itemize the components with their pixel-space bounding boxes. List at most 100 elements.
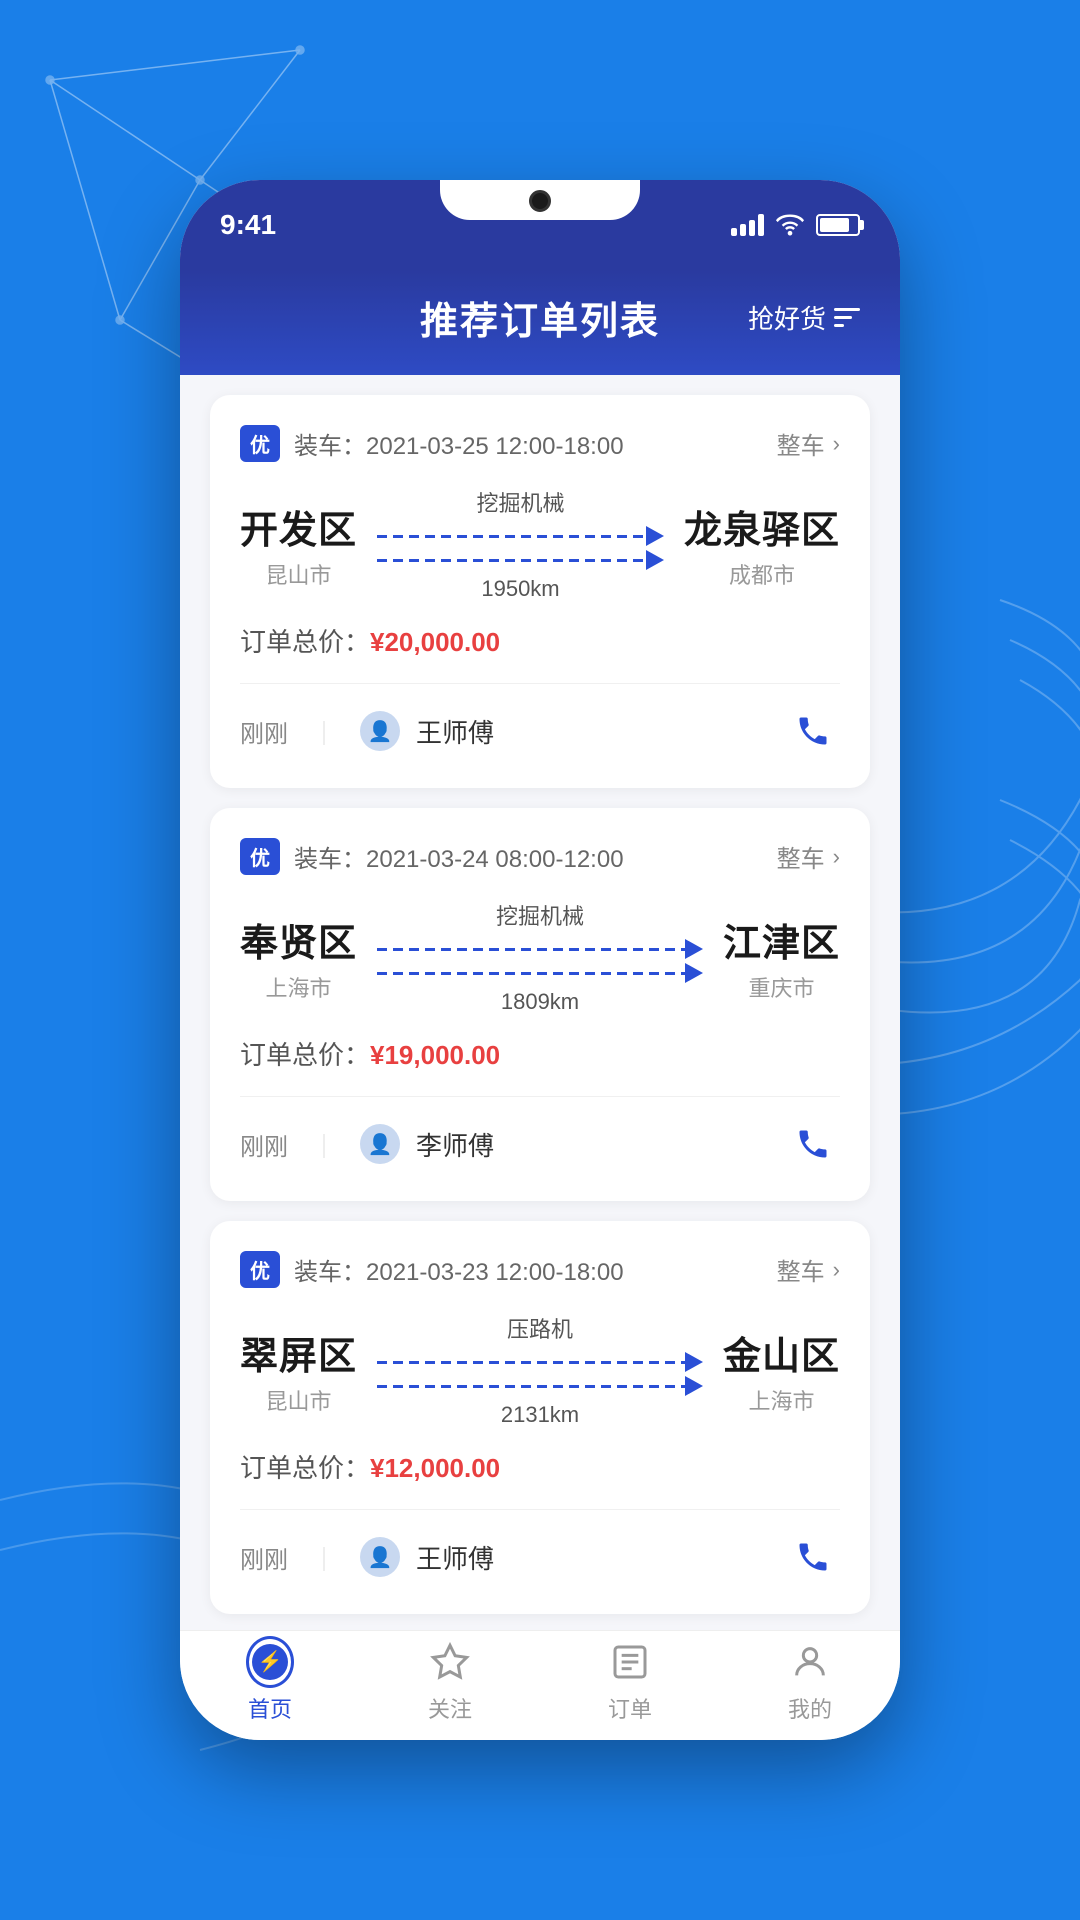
route-arrow-2	[377, 939, 703, 983]
dest-name-3: 金山区	[723, 1325, 840, 1380]
card-header-2: 优 装车：2021-03-24 08:00-12:00 整车 ›	[240, 838, 840, 875]
price-label-2: 订单总价：	[240, 1040, 370, 1070]
load-time-3: 装车：2021-03-23 12:00-18:00	[294, 1252, 624, 1287]
route-middle-1: 挖掘机械 1950km	[357, 486, 684, 602]
origin-sub-2: 上海市	[240, 971, 357, 1003]
nav-item-orders[interactable]: 订单	[540, 1638, 720, 1724]
driver-info-1: 刚刚 ｜ 👤 王师傅	[240, 711, 494, 751]
type-label-1: 整车	[777, 426, 825, 461]
route-km-3: 2131km	[501, 1402, 579, 1428]
filter-icon	[834, 308, 860, 328]
status-icons	[731, 214, 860, 236]
app-header: 推荐订单列表 抢好货	[180, 270, 900, 375]
order-card-2[interactable]: 优 装车：2021-03-24 08:00-12:00 整车 › 奉贤区 上海市…	[210, 808, 870, 1201]
chevron-icon-1: ›	[833, 431, 840, 457]
card-header-left-1: 优 装车：2021-03-25 12:00-18:00	[240, 425, 624, 462]
driver-info-2: 刚刚 ｜ 👤 李师傅	[240, 1124, 494, 1164]
route-arrow-1	[377, 526, 664, 570]
route-section-2: 奉贤区 上海市 挖掘机械 1809k	[240, 899, 840, 1015]
nav-label-orders: 订单	[608, 1692, 652, 1724]
chevron-icon-3: ›	[833, 1257, 840, 1283]
priority-badge-2: 优	[240, 838, 280, 875]
call-button-2[interactable]	[786, 1117, 840, 1171]
type-label-3: 整车	[777, 1252, 825, 1287]
type-label-2: 整车	[777, 839, 825, 874]
driver-avatar-3: 👤	[360, 1537, 400, 1577]
price-label-1: 订单总价：	[240, 627, 370, 657]
origin-sub-3: 昆山市	[240, 1384, 357, 1416]
nav-item-home[interactable]: ⚡ 首页	[180, 1638, 360, 1724]
bottom-nav: ⚡ 首页 关注 订单	[180, 1630, 900, 1740]
load-time-1: 装车：2021-03-25 12:00-18:00	[294, 426, 624, 461]
route-section-3: 翠屏区 昆山市 压路机 2131km	[240, 1312, 840, 1428]
driver-time-3: 刚刚	[240, 1540, 288, 1575]
goods-type-2: 挖掘机械	[496, 899, 584, 931]
card-header-left-3: 优 装车：2021-03-23 12:00-18:00	[240, 1251, 624, 1288]
driver-name-3: 王师傅	[416, 1539, 494, 1576]
dest-sub-2: 重庆市	[723, 971, 840, 1003]
origin-name-3: 翠屏区	[240, 1325, 357, 1380]
status-time: 9:41	[220, 209, 276, 241]
driver-section-1: 刚刚 ｜ 👤 王师傅	[240, 683, 840, 758]
order-price-2: 订单总价：¥19,000.00	[240, 1035, 840, 1072]
price-value-1: ¥20,000.00	[370, 627, 500, 657]
nav-label-home: 首页	[248, 1692, 292, 1724]
card-type-3: 整车 ›	[777, 1252, 840, 1287]
origin-name-1: 开发区	[240, 499, 357, 554]
order-price-3: 订单总价：¥12,000.00	[240, 1448, 840, 1485]
nav-item-mine[interactable]: 我的	[720, 1638, 900, 1724]
lightning-icon: ⚡	[258, 1649, 283, 1674]
battery-icon	[816, 214, 860, 236]
call-button-1[interactable]	[786, 704, 840, 758]
route-arrow-3	[377, 1352, 703, 1396]
driver-avatar-2: 👤	[360, 1124, 400, 1164]
card-type-1: 整车 ›	[777, 426, 840, 461]
route-middle-3: 压路机 2131km	[357, 1312, 723, 1428]
driver-section-2: 刚刚 ｜ 👤 李师傅	[240, 1096, 840, 1171]
priority-badge-1: 优	[240, 425, 280, 462]
card-type-2: 整车 ›	[777, 839, 840, 874]
signal-icon	[731, 214, 764, 236]
dest-name-1: 龙泉驿区	[684, 499, 840, 554]
load-time-2: 装车：2021-03-24 08:00-12:00	[294, 839, 624, 874]
driver-info-3: 刚刚 ｜ 👤 王师傅	[240, 1537, 494, 1577]
camera	[529, 190, 551, 212]
driver-name-2: 李师傅	[416, 1126, 494, 1163]
origin-city-1: 开发区 昆山市	[240, 499, 357, 590]
goods-type-3: 压路机	[507, 1312, 573, 1344]
dest-city-3: 金山区 上海市	[723, 1325, 840, 1416]
order-card-3[interactable]: 优 装车：2021-03-23 12:00-18:00 整车 › 翠屏区 昆山市…	[210, 1221, 870, 1614]
filter-action[interactable]: 抢好货	[748, 299, 860, 336]
dest-sub-1: 成都市	[684, 558, 840, 590]
phone-icon-2	[795, 1126, 831, 1162]
mine-nav-icon	[786, 1638, 834, 1686]
notch	[440, 180, 640, 220]
origin-sub-1: 昆山市	[240, 558, 357, 590]
route-middle-2: 挖掘机械 1809km	[357, 899, 723, 1015]
card-header-left-2: 优 装车：2021-03-24 08:00-12:00	[240, 838, 624, 875]
order-price-1: 订单总价：¥20,000.00	[240, 622, 840, 659]
price-value-3: ¥12,000.00	[370, 1453, 500, 1483]
status-bar: 9:41	[180, 180, 900, 270]
divider-1: ｜	[312, 714, 336, 749]
orders-nav-icon	[606, 1638, 654, 1686]
nav-item-follow[interactable]: 关注	[360, 1638, 540, 1724]
phone-icon-1	[795, 713, 831, 749]
card-header-1: 优 装车：2021-03-25 12:00-18:00 整车 ›	[240, 425, 840, 462]
price-label-3: 订单总价：	[240, 1453, 370, 1483]
order-card-1[interactable]: 优 装车：2021-03-25 12:00-18:00 整车 › 开发区 昆山市…	[210, 395, 870, 788]
price-value-2: ¥19,000.00	[370, 1040, 500, 1070]
call-button-3[interactable]	[786, 1530, 840, 1584]
driver-avatar-1: 👤	[360, 711, 400, 751]
dest-city-1: 龙泉驿区 成都市	[684, 499, 840, 590]
nav-label-follow: 关注	[428, 1692, 472, 1724]
dest-name-2: 江津区	[723, 912, 840, 967]
origin-city-3: 翠屏区 昆山市	[240, 1325, 357, 1416]
home-nav-icon: ⚡	[246, 1638, 294, 1686]
order-list: 优 装车：2021-03-25 12:00-18:00 整车 › 开发区 昆山市…	[180, 375, 900, 1630]
dest-city-2: 江津区 重庆市	[723, 912, 840, 1003]
nav-label-mine: 我的	[788, 1692, 832, 1724]
driver-section-3: 刚刚 ｜ 👤 王师傅	[240, 1509, 840, 1584]
divider-2: ｜	[312, 1127, 336, 1162]
driver-name-1: 王师傅	[416, 713, 494, 750]
